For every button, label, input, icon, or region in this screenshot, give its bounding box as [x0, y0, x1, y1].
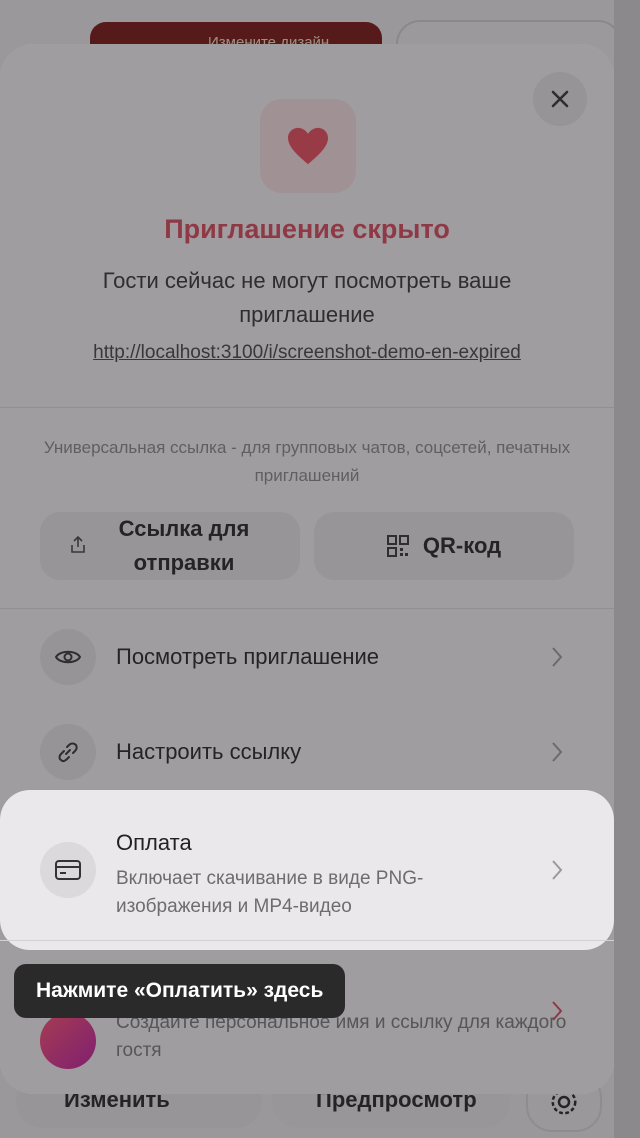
close-icon — [551, 90, 569, 108]
divider — [0, 407, 614, 408]
payment-description: Включает скачивание в виде PNG-изображен… — [116, 868, 424, 917]
link-icon — [58, 742, 78, 763]
qr-icon — [386, 535, 409, 557]
qr-code-label: QR-код — [422, 533, 502, 558]
share-icon — [71, 536, 85, 553]
chevron-right-icon — [552, 742, 563, 762]
chevron-right-icon — [552, 647, 563, 667]
payment-row[interactable]: Оплата Включает скачивание в виде PNG-из… — [0, 790, 614, 950]
view-invitation-label: Посмотреть приглашение — [116, 644, 380, 669]
sheet-subtitle: Гости сейчас не могут посмотреть ваше пр… — [102, 268, 512, 327]
share-link-button[interactable]: Ссылка для отправки — [40, 512, 300, 580]
tutorial-tooltip: Нажмите «Оплатить» здесь — [14, 964, 346, 1018]
qr-code-button[interactable]: QR-код — [314, 512, 574, 580]
view-invitation-row[interactable]: Посмотреть приглашение — [0, 610, 614, 704]
chevron-right-icon — [552, 1001, 563, 1021]
universal-link-hint: Универсальная ссылка - для групповых чат… — [43, 438, 571, 485]
customize-link-label: Настроить ссылку — [116, 739, 302, 764]
chevron-right-icon — [552, 860, 563, 880]
share-link-label: Ссылка для отправки — [118, 516, 250, 575]
card-icon — [55, 860, 81, 880]
payment-title: Оплата — [116, 830, 192, 855]
close-button[interactable] — [533, 72, 587, 126]
divider — [0, 940, 614, 941]
heart-icon — [288, 127, 328, 165]
eye-icon — [55, 650, 81, 664]
invitation-link[interactable]: http://localhost:3100/i/screenshot-demo-… — [0, 342, 614, 364]
divider — [0, 608, 614, 609]
customize-link-row[interactable]: Настроить ссылку — [0, 705, 614, 799]
link-icon-circle — [40, 724, 96, 780]
sheet-title: Приглашение скрыто — [164, 214, 450, 244]
heart-badge — [260, 99, 356, 193]
card-icon-circle — [40, 842, 96, 898]
eye-icon-circle — [40, 629, 96, 685]
guests-icon-circle — [40, 1013, 96, 1069]
